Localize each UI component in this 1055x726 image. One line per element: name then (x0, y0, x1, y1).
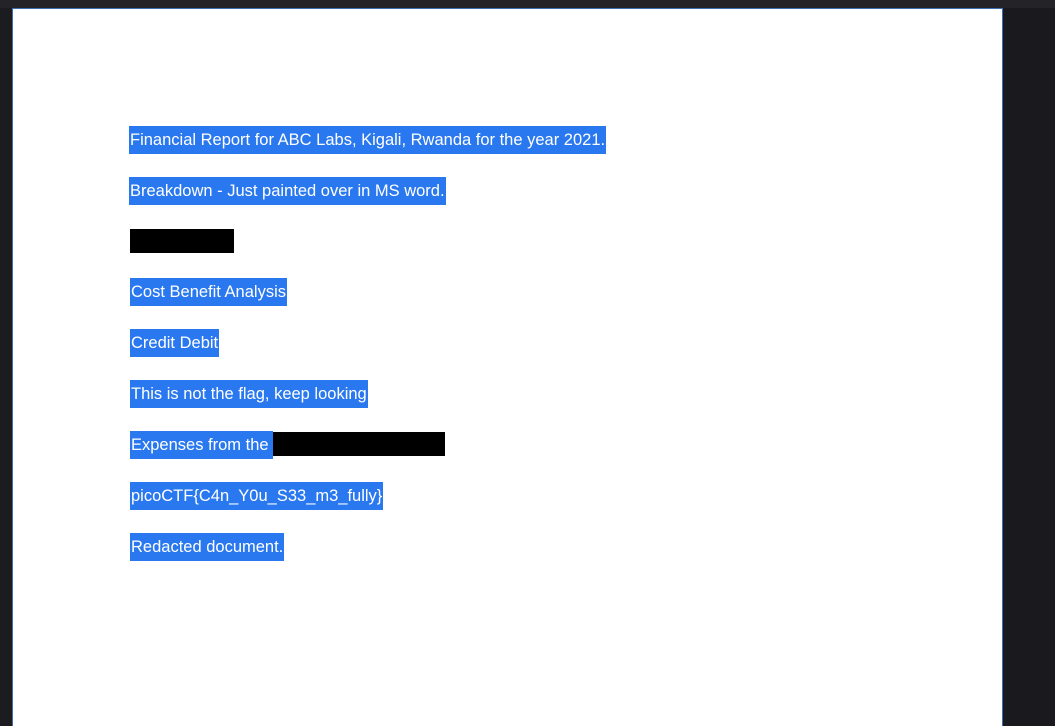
document-page: Financial Report for ABC Labs, Kigali, R… (12, 8, 1003, 726)
text-line-cost-benefit: Cost Benefit Analysis (130, 278, 287, 306)
text-line-flag: picoCTF{C4n_Y0u_S33_m3_fully} (130, 482, 384, 510)
text-line-title: Financial Report for ABC Labs, Kigali, R… (129, 126, 607, 154)
selected-text[interactable]: Breakdown - Just painted over in MS word… (129, 177, 446, 205)
pdf-viewer: Financial Report for ABC Labs, Kigali, R… (0, 0, 1055, 726)
redaction-box (272, 432, 445, 456)
selected-text[interactable]: picoCTF{C4n_Y0u_S33_m3_fully} (130, 482, 384, 510)
selected-text[interactable]: Financial Report for ABC Labs, Kigali, R… (129, 126, 607, 154)
text-line-redacted-document: Redacted document. (130, 533, 285, 561)
selected-text[interactable]: Credit Debit (130, 329, 220, 357)
text-line-expenses: Expenses from the (130, 431, 445, 459)
text-line-breakdown: Breakdown - Just painted over in MS word… (129, 177, 446, 205)
toolbar-strip (0, 0, 1055, 8)
selected-text[interactable]: Redacted document. (130, 533, 285, 561)
redaction-box (130, 229, 234, 253)
scroll-gutter[interactable] (1003, 8, 1055, 726)
selected-text[interactable]: Expenses from the (130, 431, 273, 459)
text-line-credit-debit: Credit Debit (130, 329, 220, 357)
text-line-not-flag: This is not the flag, keep looking (130, 380, 368, 408)
selected-text[interactable]: Cost Benefit Analysis (130, 278, 287, 306)
selected-text[interactable]: This is not the flag, keep looking (130, 380, 368, 408)
text-line-redacted (130, 228, 234, 256)
